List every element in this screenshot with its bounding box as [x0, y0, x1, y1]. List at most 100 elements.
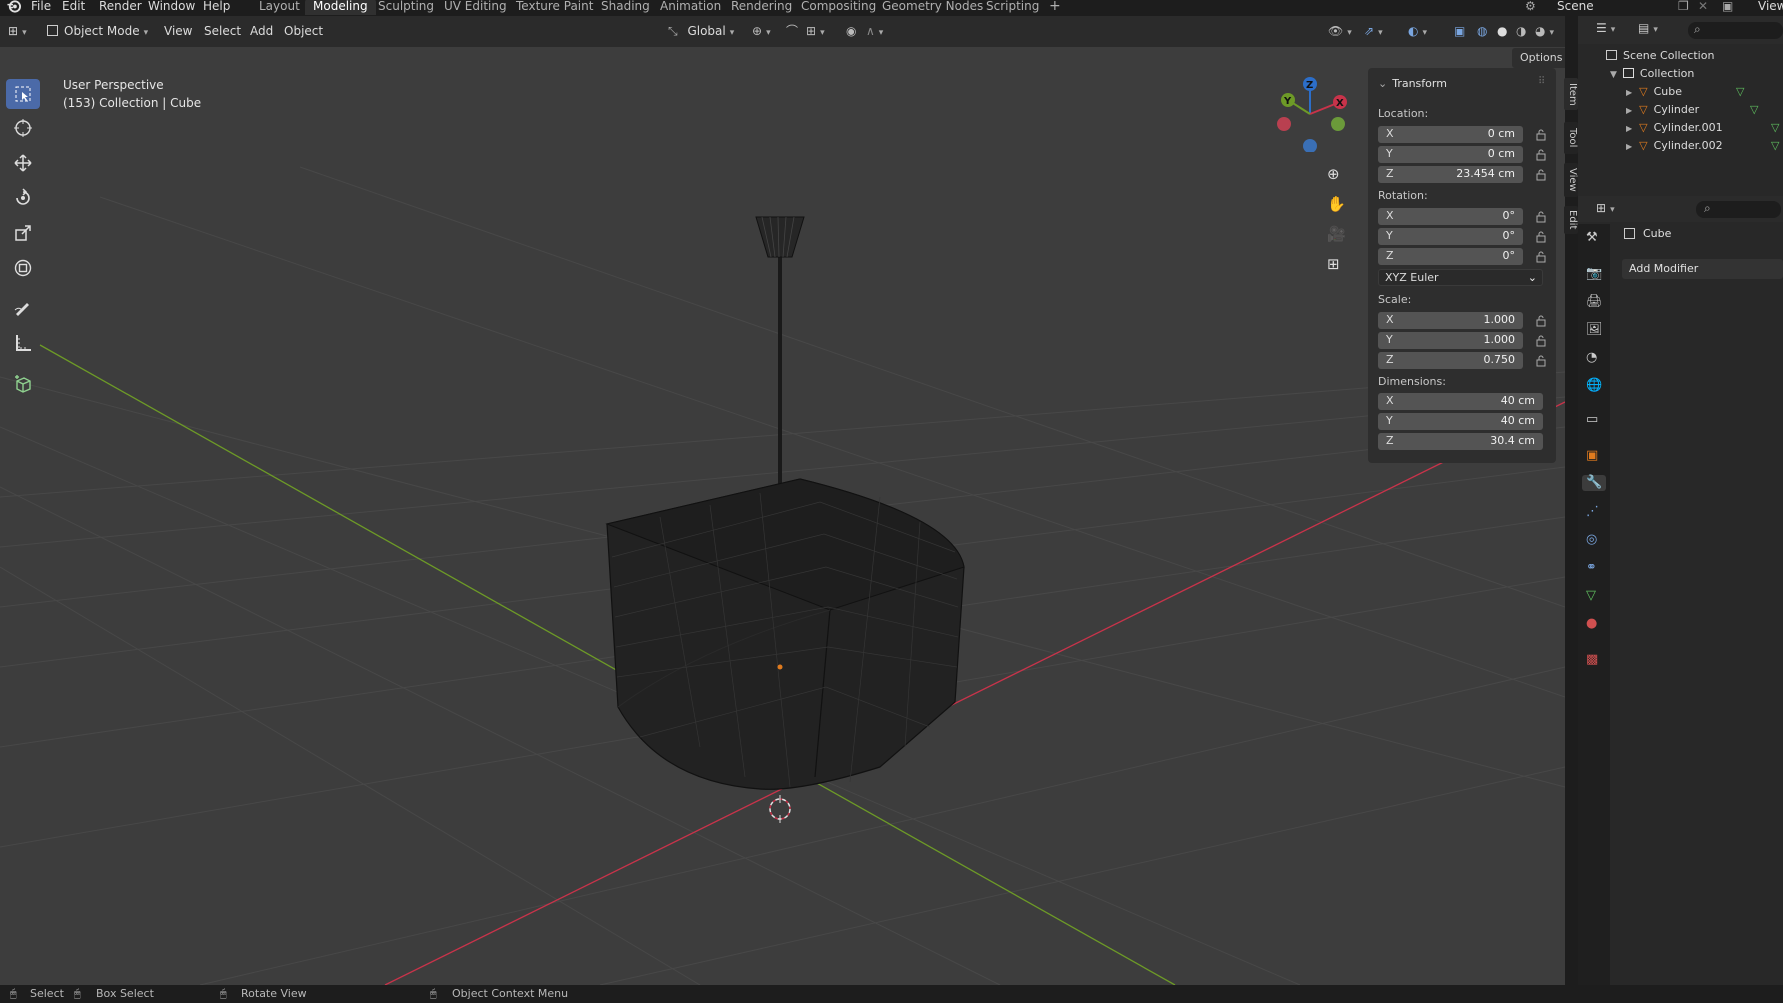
modifier-properties-icon[interactable]: 🔧 — [1582, 475, 1606, 491]
tab-uv-editing[interactable]: UV Editing — [436, 0, 515, 15]
material-shading-icon[interactable]: ◑ — [1516, 21, 1526, 41]
outliner-item-cube[interactable]: ▶ ▽ Cube ▽ — [1626, 83, 1776, 100]
tab-geometry-nodes[interactable]: Geometry Nodes — [874, 0, 991, 15]
outliner-item-cylinder-001[interactable]: ▶ ▽ Cylinder.001 ▽ — [1626, 119, 1781, 136]
menu-render[interactable]: Render — [99, 0, 142, 13]
mode-dropdown[interactable]: Object Mode ▾ — [47, 21, 149, 41]
tab-shading[interactable]: Shading — [593, 0, 658, 15]
navigation-gizmo[interactable]: Z X Y — [1270, 72, 1350, 152]
physics-properties-icon[interactable]: ◎ — [1586, 532, 1602, 548]
scene-selector[interactable]: Scene — [1557, 0, 1594, 13]
mesh-data-icon[interactable]: ▽ — [1771, 137, 1779, 154]
menu-window[interactable]: Window — [148, 0, 195, 13]
add-modifier-button[interactable]: Add Modifier — [1622, 259, 1783, 279]
outliner-item-cylinder[interactable]: ▶ ▽ Cylinder ▽ — [1626, 101, 1776, 118]
mesh-data-icon[interactable]: ▽ — [1771, 119, 1779, 136]
menu-view[interactable]: View — [164, 21, 192, 41]
outliner-editor-type-icon[interactable]: ☰ ▾ — [1596, 21, 1615, 35]
transform-tool[interactable] — [6, 253, 40, 283]
lock-icon[interactable] — [1535, 231, 1547, 243]
drag-handle-icon[interactable]: ⠿ — [1538, 76, 1545, 87]
lock-icon[interactable] — [1535, 251, 1547, 263]
tab-rendering[interactable]: Rendering — [723, 0, 800, 15]
tab-layout[interactable]: Layout — [251, 0, 308, 15]
lock-icon[interactable] — [1535, 129, 1547, 141]
add-workspace-button[interactable]: + — [1041, 0, 1069, 15]
collection-properties-icon[interactable]: ▭ — [1586, 412, 1602, 428]
zoom-icon[interactable]: ⊕ — [1327, 165, 1340, 183]
particles-properties-icon[interactable]: ⋰ — [1586, 504, 1602, 520]
tab-view[interactable]: View — [1564, 163, 1578, 197]
falloff-icon[interactable]: ∧ ▾ — [866, 21, 883, 41]
tab-texture-paint[interactable]: Texture Paint — [508, 0, 601, 15]
dimensions-z-field[interactable]: Z 30.4 cm — [1378, 433, 1543, 450]
3d-cursor[interactable] — [769, 795, 791, 823]
tab-modeling[interactable]: Modeling — [305, 0, 376, 15]
select-box-tool[interactable] — [6, 79, 40, 109]
scale-tool[interactable] — [6, 218, 40, 248]
overlay-icon[interactable]: ◐ ▾ — [1408, 21, 1427, 41]
object-properties-icon[interactable]: ▣ — [1586, 448, 1602, 464]
dimensions-x-field[interactable]: X 40 cm — [1378, 393, 1543, 410]
editor-type-icon[interactable]: ⊞ ▾ — [8, 21, 27, 41]
lock-icon[interactable] — [1535, 169, 1547, 181]
move-tool[interactable] — [6, 148, 40, 178]
menu-select[interactable]: Select — [204, 21, 241, 41]
dimensions-y-field[interactable]: Y 40 cm — [1378, 413, 1543, 430]
rotation-z-field[interactable]: Z 0° — [1378, 248, 1523, 265]
view-layer-selector[interactable]: View — [1758, 0, 1783, 13]
scale-z-field[interactable]: Z 0.750 — [1378, 352, 1523, 369]
display-mode-icon[interactable]: ▤ ▾ — [1638, 21, 1658, 35]
texture-properties-icon[interactable]: ▩ — [1586, 652, 1602, 668]
location-z-field[interactable]: Z 23.454 cm — [1378, 166, 1523, 183]
menu-object[interactable]: Object — [284, 21, 323, 41]
camera-view-icon[interactable]: 🎥 — [1327, 225, 1346, 243]
visibility-icon[interactable]: 👁 ▾ — [1328, 21, 1352, 41]
outliner-item-cylinder-002[interactable]: ▶ ▽ Cylinder.002 ▽ — [1626, 137, 1781, 154]
data-properties-icon[interactable]: ▽ — [1586, 588, 1602, 604]
cube-object[interactable] — [605, 216, 965, 790]
world-properties-icon[interactable]: 🌐 — [1586, 378, 1602, 394]
snap-icon[interactable]: ⌒ — [786, 21, 798, 41]
lock-icon[interactable] — [1535, 335, 1547, 347]
output-properties-icon[interactable]: 🖨 — [1586, 294, 1603, 310]
cursor-tool[interactable] — [6, 113, 40, 143]
properties-editor-type-icon[interactable]: ⊞ ▾ — [1596, 201, 1615, 215]
scene-properties-icon[interactable]: ◔ — [1586, 350, 1602, 366]
measure-tool[interactable] — [6, 328, 40, 358]
pivot-point-icon[interactable]: ⊕ ▾ — [752, 21, 771, 41]
rendered-shading-icon[interactable]: ◕ ▾ — [1535, 21, 1554, 41]
tab-item[interactable]: Item — [1564, 78, 1578, 110]
outliner-scene-collection[interactable]: Scene Collection — [1606, 47, 1714, 64]
scale-x-field[interactable]: X 1.000 — [1378, 312, 1523, 329]
scale-y-field[interactable]: Y 1.000 — [1378, 332, 1523, 349]
rotation-x-field[interactable]: X 0° — [1378, 208, 1523, 225]
view-layer-properties-icon[interactable]: 🖼 — [1586, 322, 1603, 338]
options-button[interactable]: Options▾ — [1512, 48, 1565, 68]
tab-scripting[interactable]: Scripting — [978, 0, 1047, 15]
menu-add[interactable]: Add — [250, 21, 273, 41]
tab-edit[interactable]: Edit — [1564, 206, 1578, 234]
menu-help[interactable]: Help — [203, 0, 230, 13]
lock-icon[interactable] — [1535, 211, 1547, 223]
lock-icon[interactable] — [1535, 355, 1547, 367]
add-cube-tool[interactable] — [6, 369, 40, 399]
view-layer-icon[interactable]: ▣ — [1722, 0, 1733, 13]
3d-viewport[interactable]: User Perspective (153) Collection | Cube… — [0, 47, 1565, 985]
solid-shading-icon[interactable]: ● — [1497, 21, 1507, 41]
rotation-mode-dropdown[interactable]: XYZ Euler ⌄ — [1378, 269, 1543, 286]
xray-icon[interactable]: ▣ — [1454, 21, 1465, 41]
transform-orientation-dropdown[interactable]: ⤡ Global ▾ — [668, 21, 734, 41]
proportional-edit-icon[interactable]: ◉ — [846, 21, 856, 41]
tool-properties-icon[interactable]: ⚒ — [1586, 230, 1602, 246]
menu-edit[interactable]: Edit — [62, 0, 85, 13]
wireframe-shading-icon[interactable]: ◍ — [1477, 21, 1487, 41]
delete-scene-icon[interactable]: ✕ — [1698, 0, 1708, 13]
constraints-properties-icon[interactable]: ⚭ — [1586, 560, 1602, 576]
outliner-collection[interactable]: ▼ Collection — [1610, 65, 1694, 82]
location-x-field[interactable]: X 0 cm — [1378, 126, 1523, 143]
menu-file[interactable]: File — [31, 0, 51, 13]
mesh-data-icon[interactable]: ▽ — [1736, 83, 1744, 100]
lock-icon[interactable] — [1535, 149, 1547, 161]
location-y-field[interactable]: Y 0 cm — [1378, 146, 1523, 163]
